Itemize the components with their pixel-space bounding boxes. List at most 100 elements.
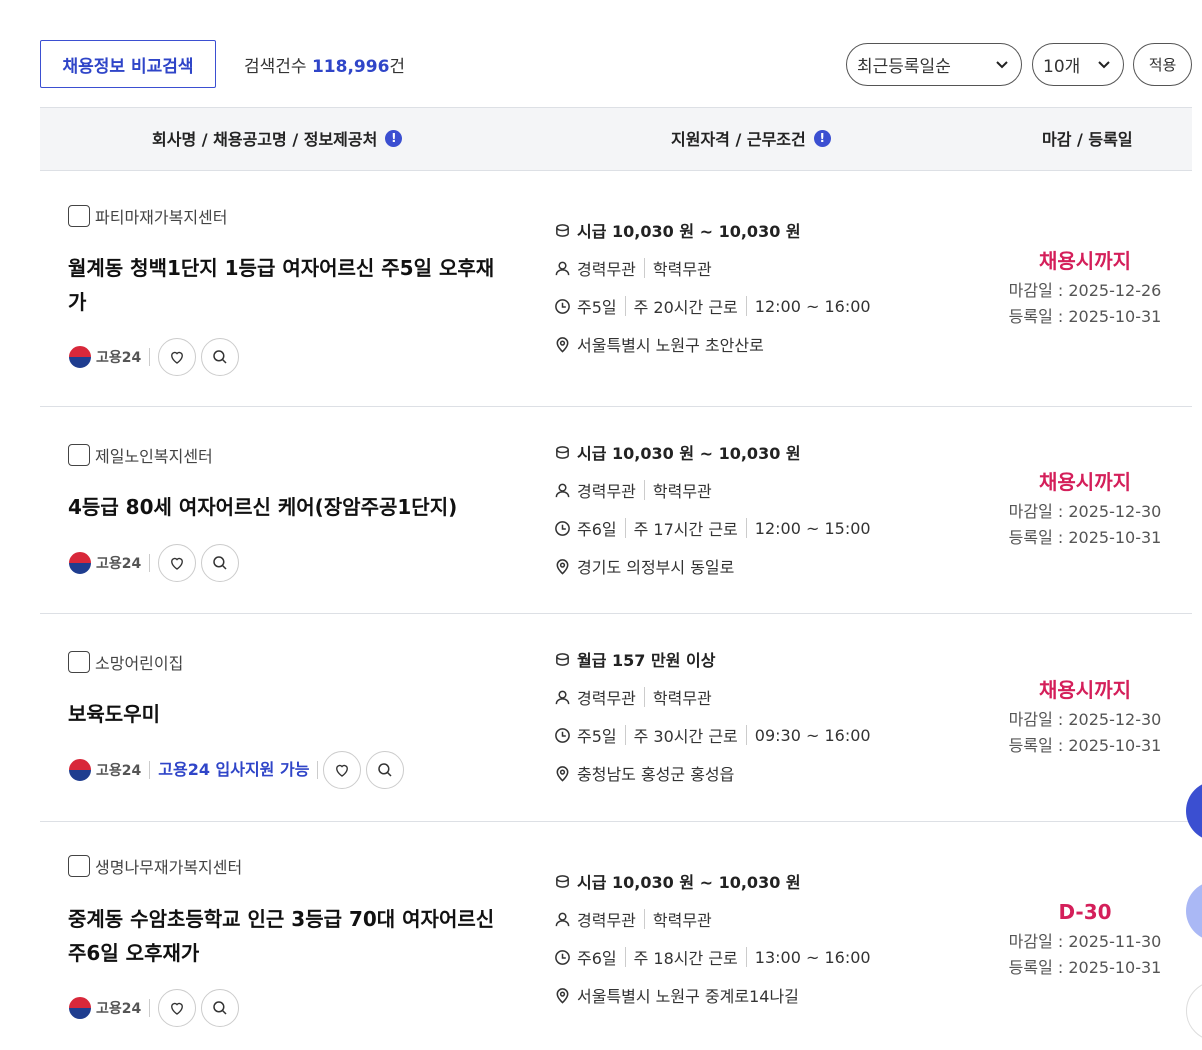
provider-logo: 고용24 <box>68 996 151 1020</box>
goyong24-logo-icon <box>68 996 92 1020</box>
clock-icon <box>555 520 570 536</box>
divider <box>624 947 626 967</box>
count-suffix: 건 <box>389 57 406 77</box>
person-icon <box>555 261 570 275</box>
favorite-button[interactable] <box>158 989 197 1027</box>
divider <box>745 725 747 745</box>
location-line: 충청남도 홍성군 홍성읍 <box>554 754 994 792</box>
close-date: 마감일 : 2025-12-26 <box>1008 281 1162 300</box>
location-pin-icon <box>556 765 569 782</box>
chevron-down-icon <box>1098 61 1110 69</box>
favorite-button[interactable] <box>158 544 197 582</box>
deadline-info: 채용시까지 마감일 : 2025-12-26 등록일 : 2025-10-31 <box>1000 244 1170 330</box>
schedule-line: 주5일 주 20시간 근로 12:00 ~ 16:00 <box>554 287 994 325</box>
column-header-company: 회사명 / 채용공고명 / 정보제공처 ! <box>152 126 403 150</box>
select-checkbox[interactable] <box>68 205 90 227</box>
conditions: 시급 10,030 원 ~ 10,030 원 경력무관 학력무관 주6일 주 18시… <box>554 862 994 1014</box>
company-name[interactable]: 파티마재가복지센터 <box>95 204 227 228</box>
work-time: 12:00 ~ 16:00 <box>754 296 871 316</box>
deadline-info: D-30 마감일 : 2025-11-30 등록일 : 2025-10-31 <box>1000 895 1170 981</box>
location: 충청남도 홍성군 홍성읍 <box>577 765 735 784</box>
work-days: 주6일 <box>577 520 617 539</box>
results-toolbar: 채용정보 비교검색 검색건수 118,996건 최근등록일순 10개 적용 <box>40 40 1192 88</box>
apply-support-badge: 고용24 입사지원 가능 <box>150 761 319 779</box>
table-row: 생명나무재가복지센터 중계동 수암초등학교 인근 3등급 70대 여자어르신 주… <box>40 822 1192 1050</box>
education: 학력무관 <box>652 260 712 279</box>
company: 제일노인복지센터 <box>68 443 213 467</box>
select-checkbox[interactable] <box>68 651 90 673</box>
work-time: 13:00 ~ 16:00 <box>754 947 871 967</box>
career: 경력무관 <box>577 482 636 501</box>
pay: 시급 10,030 원 ~ 10,030 원 <box>577 873 801 892</box>
divider <box>745 518 747 538</box>
preview-button[interactable] <box>201 989 240 1027</box>
provider-logo-text: 고용24 <box>96 1001 142 1017</box>
select-checkbox[interactable] <box>68 855 90 877</box>
divider <box>643 687 645 707</box>
clock-icon <box>555 298 570 314</box>
deadline-info: 채용시까지 마감일 : 2025-12-30 등록일 : 2025-10-31 <box>1000 465 1170 551</box>
favorite-button[interactable] <box>323 751 362 789</box>
heart-icon <box>171 557 184 570</box>
search-icon <box>213 556 227 570</box>
divider <box>624 518 626 538</box>
provider-logo-text: 고용24 <box>96 763 142 779</box>
info-icon[interactable]: ! <box>385 129 403 147</box>
pay-line: 월급 157 만원 이상 <box>554 640 994 678</box>
close-date: 마감일 : 2025-12-30 <box>1008 710 1162 729</box>
goyong24-logo-icon <box>68 345 92 369</box>
work-time: 12:00 ~ 15:00 <box>754 518 871 538</box>
location: 서울특별시 노원구 중계로14나길 <box>577 987 799 1006</box>
favorite-button[interactable] <box>158 338 197 376</box>
preview-button[interactable] <box>201 544 240 582</box>
job-title[interactable]: 4등급 80세 여자어르신 케어(장암주공1단지) <box>68 490 508 524</box>
preview-button[interactable] <box>201 338 240 376</box>
schedule-line: 주5일 주 30시간 근로 09:30 ~ 16:00 <box>554 716 994 754</box>
pay-line: 시급 10,030 원 ~ 10,030 원 <box>554 211 994 249</box>
sort-select[interactable]: 최근등록일순 <box>846 43 1022 86</box>
company-name[interactable]: 제일노인복지센터 <box>95 443 213 467</box>
conditions: 시급 10,030 원 ~ 10,030 원 경력무관 학력무관 주6일 주 17시… <box>554 433 994 585</box>
deadline-status: 채용시까지 <box>1039 678 1131 702</box>
column-header-deadline-label: 마감 / 등록일 <box>1042 130 1133 149</box>
goyong24-logo-icon <box>68 551 92 575</box>
company: 생명나무재가복지센터 <box>68 854 242 878</box>
deadline-status: 채용시까지 <box>1039 470 1131 494</box>
pay-line: 시급 10,030 원 ~ 10,030 원 <box>554 862 994 900</box>
per-page-select[interactable]: 10개 <box>1032 43 1124 86</box>
info-icon[interactable]: ! <box>813 129 831 147</box>
heart-icon <box>171 351 184 364</box>
per-page-select-value: 10개 <box>1043 57 1081 77</box>
deadline-status: D-30 <box>1058 900 1112 924</box>
column-header-deadline: 마감 / 등록일 <box>1042 126 1133 150</box>
select-checkbox[interactable] <box>68 444 90 466</box>
job-title[interactable]: 중계동 수암초등학교 인근 3등급 70대 여자어르신 주6일 오후재가 <box>68 902 508 970</box>
qualification-line: 경력무관 학력무관 <box>554 471 994 509</box>
result-count: 검색건수 118,996건 <box>244 52 405 77</box>
table-header: 회사명 / 채용공고명 / 정보제공처 ! 지원자격 / 근무조건 ! 마감 /… <box>40 107 1192 171</box>
schedule-line: 주6일 주 18시간 근로 13:00 ~ 16:00 <box>554 938 994 976</box>
coin-icon <box>556 652 569 666</box>
count-prefix: 검색건수 <box>244 57 307 77</box>
education: 학력무관 <box>652 482 712 501</box>
company-name[interactable]: 생명나무재가복지센터 <box>95 854 242 878</box>
work-days: 주6일 <box>577 949 617 968</box>
clock-icon <box>555 949 570 965</box>
preview-button[interactable] <box>366 751 405 789</box>
provider-logo-text: 고용24 <box>96 350 142 366</box>
job-title[interactable]: 월계동 청백1단지 1등급 여자어르신 주5일 오후재가 <box>68 251 508 319</box>
location-line: 서울특별시 노원구 중계로14나길 <box>554 976 994 1014</box>
pay: 월급 157 만원 이상 <box>577 651 716 670</box>
apply-button[interactable]: 적용 <box>1133 43 1192 86</box>
compare-search-button[interactable]: 채용정보 비교검색 <box>40 40 216 88</box>
coin-icon <box>556 445 569 459</box>
education: 학력무관 <box>652 689 712 708</box>
deadline-info: 채용시까지 마감일 : 2025-12-30 등록일 : 2025-10-31 <box>1000 673 1170 759</box>
divider <box>643 909 645 929</box>
divider <box>624 725 626 745</box>
table-row: 제일노인복지센터 4등급 80세 여자어르신 케어(장암주공1단지) 고용24 … <box>40 407 1192 614</box>
schedule-line: 주6일 주 17시간 근로 12:00 ~ 15:00 <box>554 509 994 547</box>
job-title[interactable]: 보육도우미 <box>68 697 508 731</box>
person-icon <box>555 690 570 704</box>
company-name[interactable]: 소망어린이집 <box>95 650 183 674</box>
